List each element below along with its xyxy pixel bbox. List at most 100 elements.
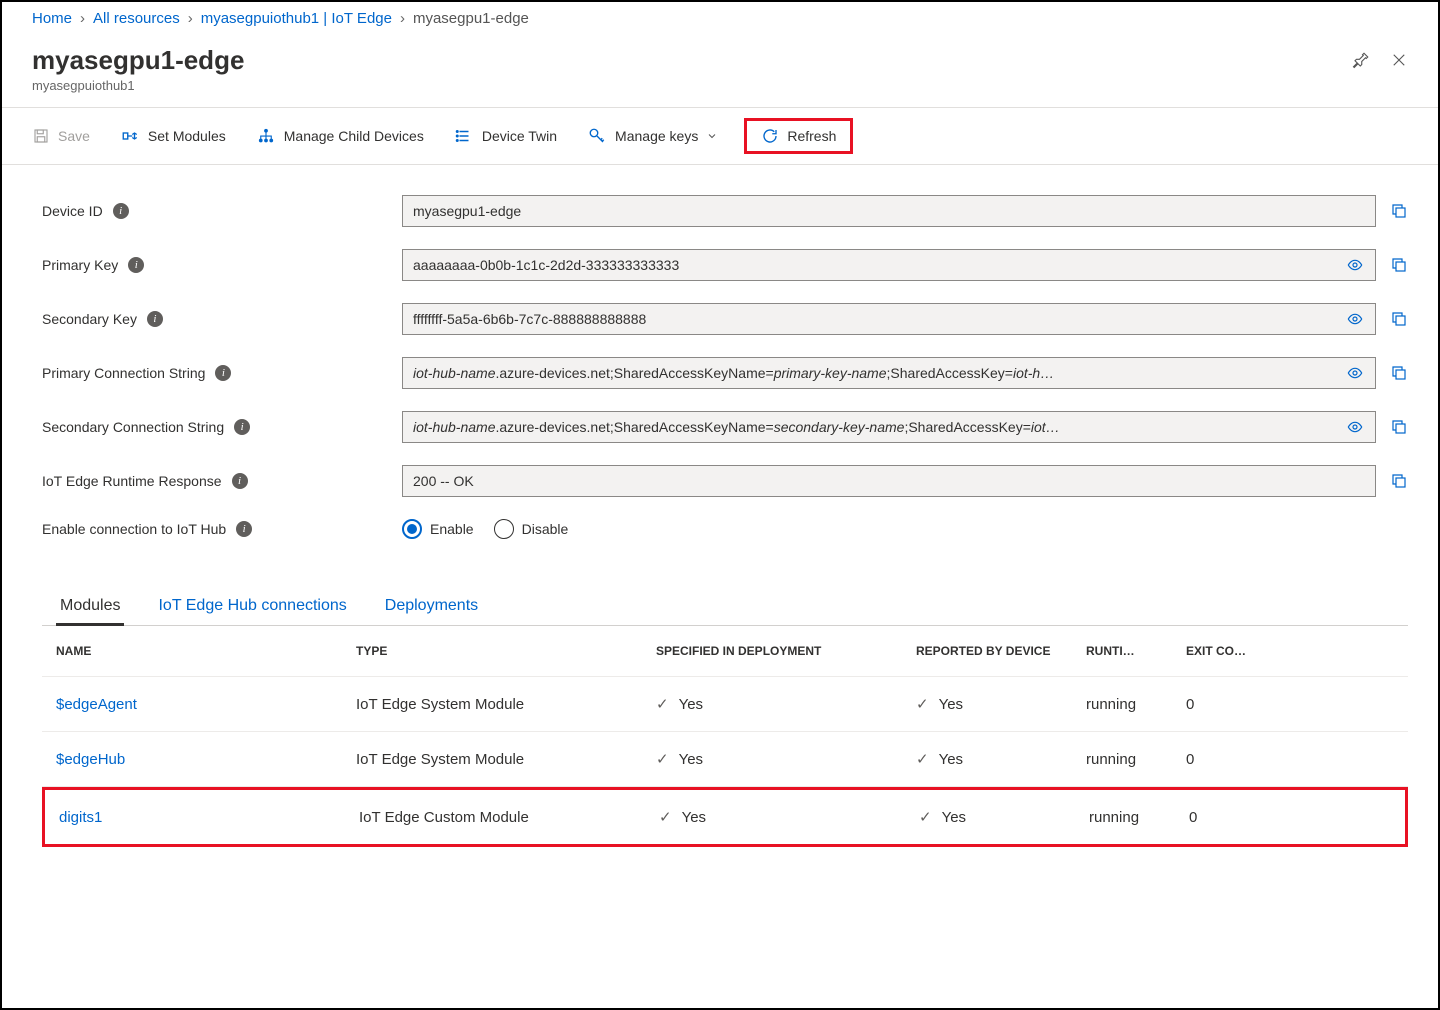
col-exit[interactable]: EXIT CO… [1186, 644, 1286, 658]
content-area: Device ID i myasegpu1-edge Primary Key i… [2, 165, 1438, 847]
tab-modules[interactable]: Modules [56, 589, 124, 626]
check-icon: ✓ [916, 695, 929, 713]
page-header: myasegpu1-edge myasegpuiothub1 [2, 35, 1438, 107]
device-id-row: Device ID i myasegpu1-edge [42, 195, 1408, 227]
check-icon: ✓ [656, 695, 669, 713]
modules-table: NAME TYPE SPECIFIED IN DEPLOYMENT REPORT… [42, 626, 1408, 847]
chevron-right-icon: › [400, 10, 405, 27]
list-icon [454, 127, 474, 145]
toolbar: Save Set Modules Manage Child Devices De… [2, 107, 1438, 165]
device-id-label: Device ID [42, 203, 103, 219]
secondary-key-input[interactable]: ffffffff-5a5a-6b6b-7c7c-888888888888 [402, 303, 1376, 335]
tab-bar: Modules IoT Edge Hub connections Deploym… [42, 589, 1408, 626]
close-icon[interactable] [1390, 51, 1408, 69]
runtime-response-input[interactable]: 200 -- OK [402, 465, 1376, 497]
eye-icon[interactable] [1345, 419, 1365, 435]
copy-icon[interactable] [1390, 472, 1408, 490]
module-runtime: running [1089, 809, 1189, 826]
info-icon[interactable]: i [236, 521, 252, 537]
primary-conn-label: Primary Connection String [42, 365, 205, 381]
breadcrumb: Home › All resources › myasegpuiothub1 |… [2, 2, 1438, 35]
info-icon[interactable]: i [128, 257, 144, 273]
eye-icon[interactable] [1345, 257, 1365, 273]
info-icon[interactable]: i [232, 473, 248, 489]
primary-key-value: aaaaaaaa-0b0b-1c1c-2d2d-333333333333 [413, 257, 679, 273]
radio-enable[interactable]: Enable [402, 519, 474, 539]
device-id-input[interactable]: myasegpu1-edge [402, 195, 1376, 227]
radio-disable[interactable]: Disable [494, 519, 569, 539]
tab-connections[interactable]: IoT Edge Hub connections [154, 589, 350, 625]
enable-connection-label: Enable connection to IoT Hub [42, 521, 226, 537]
chevron-right-icon: › [80, 10, 85, 27]
check-icon: ✓ [916, 750, 929, 768]
col-name[interactable]: NAME [56, 644, 356, 658]
primary-conn-value: iot-hub-name.azure-devices.net;SharedAcc… [413, 365, 1054, 381]
refresh-button[interactable]: Refresh [744, 118, 853, 154]
module-reported: ✓ Yes [916, 750, 1086, 768]
module-name-link[interactable]: $edgeHub [56, 751, 356, 768]
table-row[interactable]: $edgeHub IoT Edge System Module ✓ Yes ✓ … [42, 732, 1408, 787]
key-icon [587, 127, 607, 145]
module-type: IoT Edge System Module [356, 696, 656, 713]
module-name-link[interactable]: $edgeAgent [56, 696, 356, 713]
tab-deployments[interactable]: Deployments [381, 589, 482, 625]
col-specified[interactable]: SPECIFIED IN DEPLOYMENT [656, 644, 916, 658]
col-runtime[interactable]: RUNTI… [1086, 644, 1186, 658]
device-twin-button[interactable]: Device Twin [454, 127, 557, 145]
device-twin-label: Device Twin [482, 128, 557, 144]
pin-icon[interactable] [1352, 51, 1370, 69]
module-name-link[interactable]: digits1 [59, 809, 359, 826]
secondary-key-value: ffffffff-5a5a-6b6b-7c7c-888888888888 [413, 311, 646, 327]
module-type: IoT Edge System Module [356, 751, 656, 768]
module-exit: 0 [1186, 696, 1286, 713]
refresh-icon [761, 127, 779, 145]
secondary-conn-label: Secondary Connection String [42, 419, 224, 435]
copy-icon[interactable] [1390, 310, 1408, 328]
chevron-down-icon [706, 130, 718, 142]
info-icon[interactable]: i [215, 365, 231, 381]
runtime-response-label: IoT Edge Runtime Response [42, 473, 222, 489]
enable-connection-radio-group: Enable Disable [402, 519, 568, 539]
enable-connection-row: Enable connection to IoT Hub i Enable Di… [42, 519, 1408, 539]
module-exit: 0 [1186, 751, 1286, 768]
module-reported: ✓ Yes [916, 695, 1086, 713]
secondary-conn-row: Secondary Connection String i iot-hub-na… [42, 411, 1408, 443]
info-icon[interactable]: i [234, 419, 250, 435]
runtime-response-row: IoT Edge Runtime Response i 200 -- OK [42, 465, 1408, 497]
copy-icon[interactable] [1390, 256, 1408, 274]
copy-icon[interactable] [1390, 418, 1408, 436]
module-specified: ✓ Yes [656, 750, 916, 768]
module-runtime: running [1086, 696, 1186, 713]
eye-icon[interactable] [1345, 311, 1365, 327]
module-exit: 0 [1189, 809, 1289, 826]
secondary-key-label: Secondary Key [42, 311, 137, 327]
device-id-value: myasegpu1-edge [413, 203, 521, 219]
breadcrumb-current: myasegpu1-edge [413, 10, 529, 27]
manage-keys-button[interactable]: Manage keys [587, 127, 718, 145]
primary-key-input[interactable]: aaaaaaaa-0b0b-1c1c-2d2d-333333333333 [402, 249, 1376, 281]
table-row[interactable]: digits1 IoT Edge Custom Module ✓ Yes ✓ Y… [42, 787, 1408, 847]
breadcrumb-all-resources[interactable]: All resources [93, 10, 180, 27]
copy-icon[interactable] [1390, 202, 1408, 220]
copy-icon[interactable] [1390, 364, 1408, 382]
manage-child-label: Manage Child Devices [284, 128, 424, 144]
radio-enable-label: Enable [430, 521, 474, 537]
check-icon: ✓ [656, 750, 669, 768]
col-reported[interactable]: REPORTED BY DEVICE [916, 644, 1086, 658]
manage-child-devices-button[interactable]: Manage Child Devices [256, 127, 424, 145]
primary-key-label: Primary Key [42, 257, 118, 273]
module-specified: ✓ Yes [656, 695, 916, 713]
set-modules-label: Set Modules [148, 128, 226, 144]
info-icon[interactable]: i [113, 203, 129, 219]
col-type[interactable]: TYPE [356, 644, 656, 658]
table-row[interactable]: $edgeAgent IoT Edge System Module ✓ Yes … [42, 677, 1408, 732]
set-modules-button[interactable]: Set Modules [120, 127, 226, 145]
eye-icon[interactable] [1345, 365, 1365, 381]
radio-unselected-icon [494, 519, 514, 539]
secondary-conn-input[interactable]: iot-hub-name.azure-devices.net;SharedAcc… [402, 411, 1376, 443]
breadcrumb-iothub[interactable]: myasegpuiothub1 | IoT Edge [201, 10, 392, 27]
breadcrumb-home[interactable]: Home [32, 10, 72, 27]
module-type: IoT Edge Custom Module [359, 809, 659, 826]
primary-conn-input[interactable]: iot-hub-name.azure-devices.net;SharedAcc… [402, 357, 1376, 389]
info-icon[interactable]: i [147, 311, 163, 327]
